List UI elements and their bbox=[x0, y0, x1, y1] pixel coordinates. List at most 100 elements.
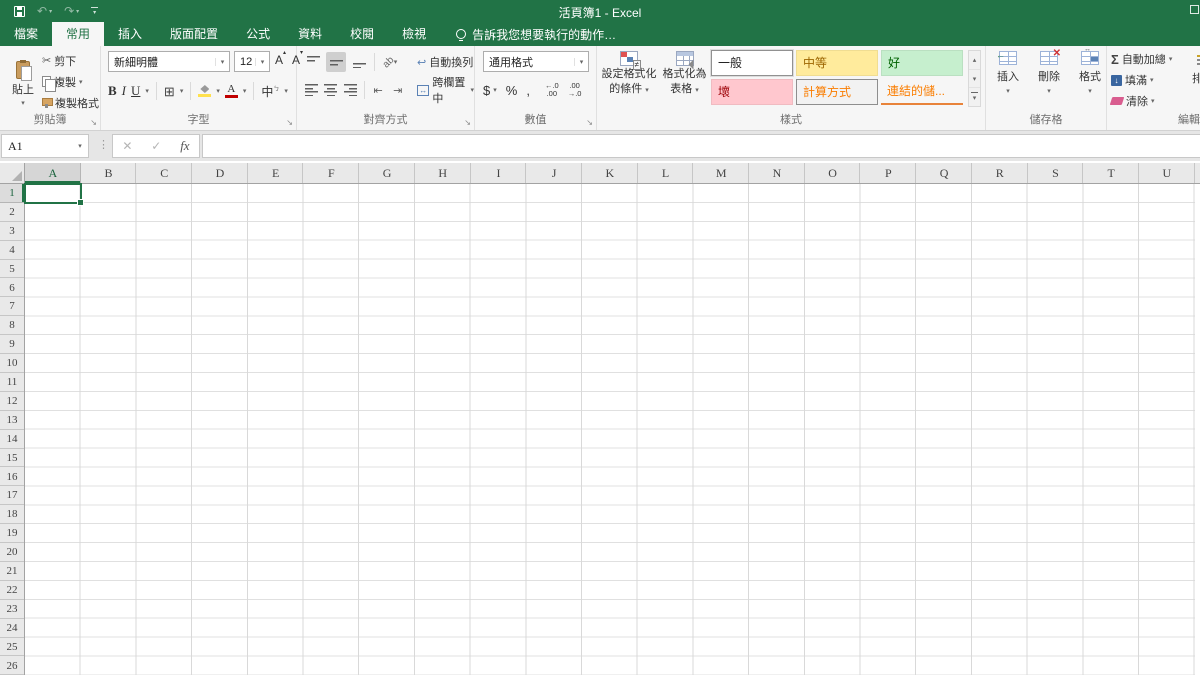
font-size-combo[interactable]: 12 ▾ bbox=[234, 51, 270, 72]
column-header-O[interactable]: O bbox=[805, 163, 861, 183]
sheet-grid[interactable] bbox=[25, 184, 1195, 675]
formula-bar-grip-icon[interactable]: ⋮ bbox=[98, 138, 109, 151]
tab-版面配置[interactable]: 版面配置 bbox=[156, 22, 232, 46]
alignment-dialog-launcher[interactable]: ↘ bbox=[464, 118, 471, 127]
column-header-L[interactable]: L bbox=[638, 163, 694, 183]
align-left-button[interactable] bbox=[303, 80, 320, 100]
row-header-25[interactable]: 25 bbox=[0, 638, 24, 657]
column-header-C[interactable]: C bbox=[136, 163, 192, 183]
align-center-button[interactable] bbox=[323, 80, 340, 100]
cell-style-一般[interactable]: 一般 bbox=[711, 50, 793, 76]
column-header-I[interactable]: I bbox=[471, 163, 527, 183]
row-header-18[interactable]: 18 bbox=[0, 505, 24, 524]
cell-style-計算方式[interactable]: 計算方式 bbox=[796, 79, 878, 105]
row-header-7[interactable]: 7 bbox=[0, 297, 24, 316]
font-color-button[interactable]: A bbox=[225, 84, 238, 98]
column-header-B[interactable]: B bbox=[81, 163, 137, 183]
accounting-format-button[interactable]: $▾ bbox=[483, 83, 497, 98]
tab-file[interactable]: 檔案 bbox=[0, 22, 52, 46]
row-header-11[interactable]: 11 bbox=[0, 373, 24, 392]
row-header-20[interactable]: 20 bbox=[0, 543, 24, 562]
clear-button[interactable]: 清除▾ bbox=[1111, 92, 1172, 110]
column-header-R[interactable]: R bbox=[972, 163, 1028, 183]
column-header-S[interactable]: S bbox=[1028, 163, 1084, 183]
number-format-combo[interactable]: 通用格式 ▾ bbox=[483, 51, 589, 72]
orientation-button[interactable]: ab▾ bbox=[380, 52, 400, 72]
gallery-scroll-down-button[interactable]: ▾ bbox=[969, 70, 980, 89]
underline-caret-icon[interactable]: ▾ bbox=[145, 87, 149, 95]
cell-style-好[interactable]: 好 bbox=[881, 50, 963, 76]
row-header-16[interactable]: 16 bbox=[0, 468, 24, 487]
comma-style-button[interactable]: , bbox=[526, 83, 530, 98]
format-cells-button[interactable]: ↔ 格式 ▾ bbox=[1074, 51, 1106, 95]
row-header-5[interactable]: 5 bbox=[0, 260, 24, 279]
cut-button[interactable]: ✂剪下 bbox=[42, 52, 99, 69]
column-header-E[interactable]: E bbox=[248, 163, 304, 183]
align-middle-button[interactable] bbox=[326, 52, 346, 72]
row-header-13[interactable]: 13 bbox=[0, 411, 24, 430]
column-header-D[interactable]: D bbox=[192, 163, 248, 183]
row-header-1[interactable]: 1 bbox=[0, 184, 24, 203]
row-header-23[interactable]: 23 bbox=[0, 600, 24, 619]
tab-校閱[interactable]: 校閱 bbox=[336, 22, 388, 46]
sort-filter-button[interactable]: 排序 bbox=[1183, 54, 1200, 86]
borders-button[interactable]: ⊞ bbox=[164, 85, 175, 98]
underline-button[interactable]: U bbox=[131, 83, 140, 99]
clipboard-dialog-launcher[interactable]: ↘ bbox=[90, 118, 97, 127]
autosum-button[interactable]: Σ自動加總▾ bbox=[1111, 50, 1172, 68]
borders-caret-icon[interactable]: ▾ bbox=[180, 87, 184, 95]
tab-常用[interactable]: 常用 bbox=[52, 22, 104, 46]
phonetic-guide-button[interactable]: 中ㄅ bbox=[261, 83, 279, 100]
tab-插入[interactable]: 插入 bbox=[104, 22, 156, 46]
row-header-2[interactable]: 2 bbox=[0, 203, 24, 222]
cell-style-連結的儲...[interactable]: 連結的儲... bbox=[881, 79, 963, 105]
decrease-decimal-button[interactable]: .00→.0 bbox=[568, 82, 582, 98]
formula-input[interactable] bbox=[202, 134, 1200, 158]
paste-button[interactable]: 貼上 ▾ bbox=[6, 51, 40, 117]
column-header-G[interactable]: G bbox=[359, 163, 415, 183]
increase-indent-button[interactable]: ⇥ bbox=[389, 80, 406, 100]
column-header-K[interactable]: K bbox=[582, 163, 638, 183]
select-all-button[interactable] bbox=[0, 163, 25, 184]
increase-font-size-button[interactable]: A▴ bbox=[275, 53, 286, 67]
row-header-21[interactable]: 21 bbox=[0, 562, 24, 581]
row-header-12[interactable]: 12 bbox=[0, 392, 24, 411]
column-header-U[interactable]: U bbox=[1139, 163, 1195, 183]
column-header-F[interactable]: F bbox=[304, 163, 360, 183]
column-header-A[interactable]: A bbox=[25, 163, 81, 183]
column-header-Q[interactable]: Q bbox=[916, 163, 972, 183]
insert-function-button[interactable]: fx bbox=[180, 138, 189, 154]
font-color-caret-icon[interactable]: ▾ bbox=[243, 87, 247, 95]
fill-button[interactable]: ↓填滿▾ bbox=[1111, 71, 1172, 89]
percent-style-button[interactable]: % bbox=[506, 83, 518, 98]
italic-button[interactable]: I bbox=[122, 83, 126, 99]
tab-公式[interactable]: 公式 bbox=[232, 22, 284, 46]
column-header-P[interactable]: P bbox=[861, 163, 917, 183]
window-control-partial-icon[interactable] bbox=[1190, 5, 1199, 14]
delete-cells-button[interactable]: ✕ 刪除 ▾ bbox=[1033, 51, 1065, 95]
fill-color-button[interactable] bbox=[198, 85, 211, 97]
column-header-M[interactable]: M bbox=[693, 163, 749, 183]
number-format-caret-icon[interactable]: ▾ bbox=[574, 58, 588, 66]
insert-cells-button[interactable]: ← 插入 ▾ bbox=[992, 51, 1024, 95]
fill-color-caret-icon[interactable]: ▾ bbox=[216, 87, 220, 95]
row-header-3[interactable]: 3 bbox=[0, 222, 24, 241]
cell-style-中等[interactable]: 中等 bbox=[796, 50, 878, 76]
row-header-8[interactable]: 8 bbox=[0, 316, 24, 335]
tell-me-box[interactable]: 告訴我您想要執行的動作… bbox=[456, 22, 616, 46]
row-header-26[interactable]: 26 bbox=[0, 657, 24, 675]
wrap-text-button[interactable]: ↩自動換列 bbox=[417, 54, 473, 70]
name-box[interactable]: A1 ▾ bbox=[1, 134, 89, 158]
row-header-15[interactable]: 15 bbox=[0, 449, 24, 468]
column-header-T[interactable]: T bbox=[1083, 163, 1139, 183]
font-name-combo[interactable]: 新細明體 ▾ bbox=[108, 51, 230, 72]
row-header-24[interactable]: 24 bbox=[0, 619, 24, 638]
decrease-indent-button[interactable]: ⇤ bbox=[370, 80, 387, 100]
font-size-caret-icon[interactable]: ▾ bbox=[255, 58, 269, 66]
selected-cell-A1[interactable] bbox=[24, 183, 82, 204]
bold-button[interactable]: B bbox=[108, 83, 117, 99]
align-right-button[interactable] bbox=[342, 80, 359, 100]
row-header-6[interactable]: 6 bbox=[0, 279, 24, 298]
row-header-4[interactable]: 4 bbox=[0, 241, 24, 260]
column-header-H[interactable]: H bbox=[415, 163, 471, 183]
